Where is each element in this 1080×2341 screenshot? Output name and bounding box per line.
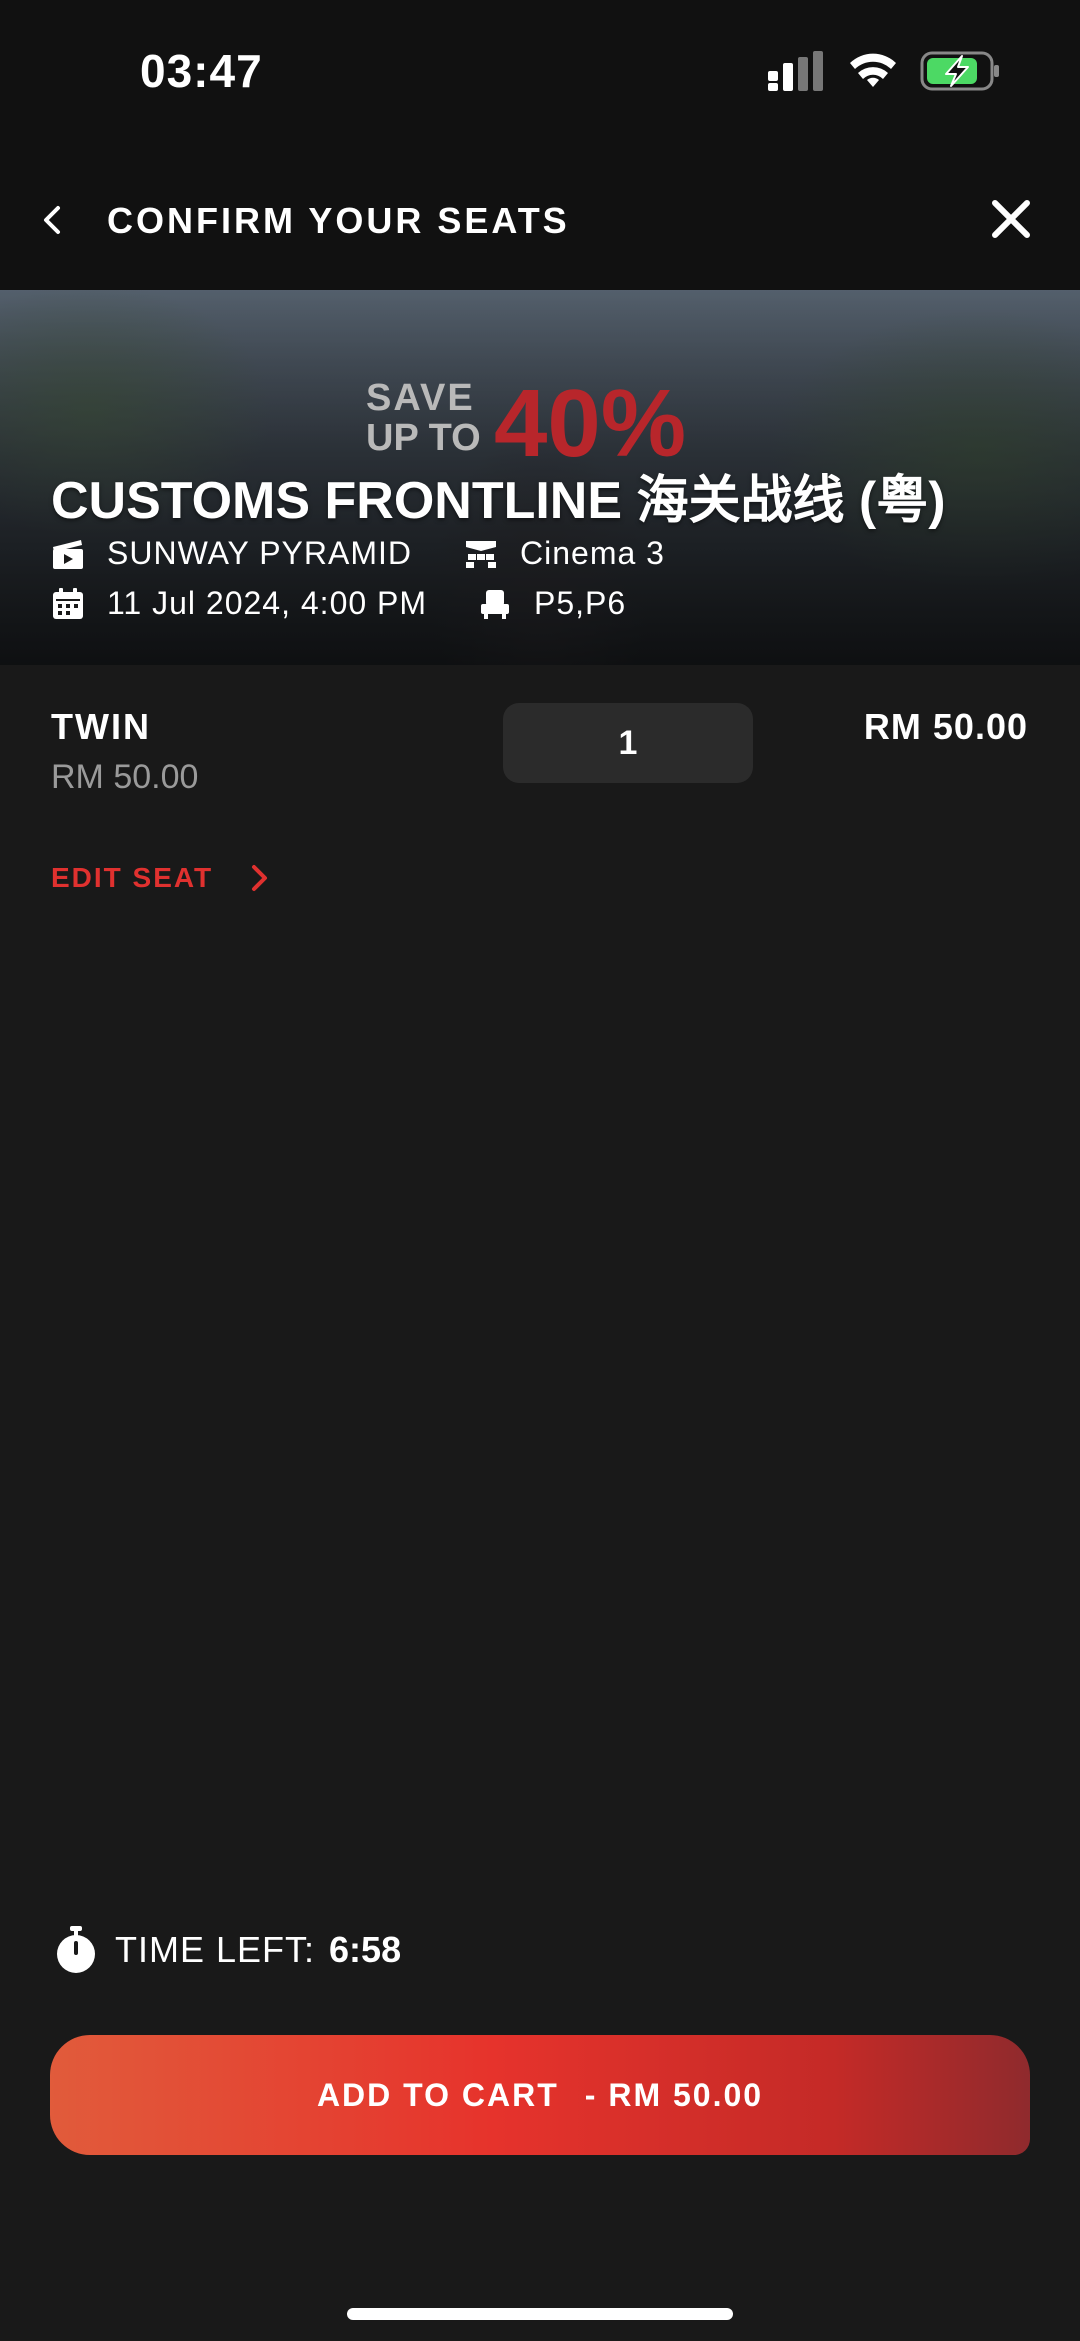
close-icon[interactable] <box>990 198 1032 240</box>
wifi-icon <box>850 53 896 87</box>
add-to-cart-label: ADD TO CART <box>316 2076 559 2113</box>
seat-icon <box>481 589 509 619</box>
venue-name: SUNWAY PYRAMID <box>107 535 412 571</box>
showtime-text: 11 Jul 2024, 4:00 PM <box>107 585 428 621</box>
movie-title: CUSTOMS FRONTLINE 海关战线 (粤) <box>51 472 946 530</box>
edit-seat-button[interactable]: EDIT SEAT <box>51 862 271 894</box>
ticket-type: TWIN <box>51 706 151 747</box>
showtime-info: 11 Jul 2024, 4:00 PM <box>51 585 427 622</box>
chevron-right-icon <box>252 865 268 891</box>
cellular-signal-icon <box>768 51 823 91</box>
status-icons <box>768 50 1000 92</box>
add-to-cart-price: - RM 50.00 <box>584 2076 764 2113</box>
hall-name: Cinema 3 <box>520 535 665 571</box>
page-title: CONFIRM YOUR SEATS <box>107 200 570 241</box>
venue-info: SUNWAY PYRAMID <box>51 535 412 572</box>
promo-upto: UP TO <box>366 417 481 459</box>
header: CONFIRM YOUR SEATS <box>0 150 1080 290</box>
home-indicator[interactable] <box>347 2308 733 2320</box>
ticket-total-price: RM 50.00 <box>863 706 1028 747</box>
edit-seat-label: EDIT SEAT <box>51 862 214 893</box>
time-left-value: 6:58 <box>329 1929 402 1970</box>
status-bar: 03:47 <box>0 0 1080 150</box>
promo-save: SAVE <box>366 377 475 419</box>
add-to-cart-button[interactable]: ADD TO CART - RM 50.00 <box>50 2035 1030 2155</box>
calendar-icon <box>53 587 83 619</box>
status-time: 03:47 <box>140 45 263 97</box>
time-left: TIME LEFT: 6:58 <box>55 1926 401 1974</box>
movie-banner: SAVE UP TO 40% CUSTOMS FRONTLINE 海关战线 (粤… <box>0 290 1080 665</box>
stopwatch-icon <box>57 1926 95 1973</box>
quantity-field[interactable]: 1 <box>503 703 753 783</box>
seat-numbers: P5,P6 <box>534 585 627 621</box>
cinema-screen-icon <box>466 540 496 568</box>
battery-charging-icon <box>920 51 999 91</box>
time-left-label: TIME LEFT: <box>115 1929 316 1970</box>
hall-info: Cinema 3 <box>464 535 665 572</box>
seats-info: P5,P6 <box>478 585 626 622</box>
ticket-unit-price: RM 50.00 <box>51 758 199 796</box>
clapperboard-icon <box>53 539 83 569</box>
back-arrow-icon[interactable] <box>38 200 68 240</box>
